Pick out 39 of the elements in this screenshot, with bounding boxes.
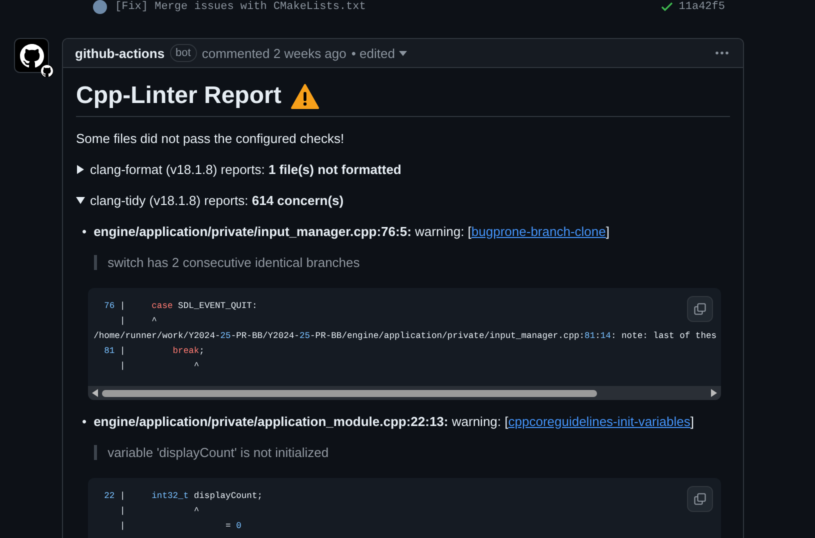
copy-icon — [694, 492, 706, 506]
code-line: /home/runner/work/Y2024-25-PR-BB/Y2024-25-PR-BB/engine/application/private/input_manager.cpp:81:14: note: last of thes — [94, 330, 717, 343]
avatar-circle — [93, 0, 107, 14]
caret-icon — [398, 50, 407, 56]
commit-sha[interactable]: 11a42f5 — [678, 1, 725, 13]
warning-icon — [291, 84, 320, 108]
rule-link[interactable]: bugprone-branch-clone — [471, 224, 606, 239]
copy-button[interactable] — [686, 486, 713, 512]
edited-dropdown[interactable]: • edited — [351, 46, 407, 60]
bullet: • — [82, 224, 87, 241]
rule-link[interactable]: cppcoreguidelines-init-variables — [508, 414, 690, 429]
concern-message: switch has 2 consecutive identical branches — [94, 255, 730, 270]
author-name[interactable]: github-actions — [75, 46, 165, 60]
concern-text: engine/application/private/application_module.cpp:22:13: warning: [cppcoreguidelines-init-variables] — [94, 414, 694, 429]
bot-label: bot — [170, 44, 197, 62]
report-section-toggle[interactable]: clang-format (v18.1.8) reports: 1 file(s) not formatted — [76, 162, 402, 177]
code-line: 81 | break; — [103, 345, 204, 358]
code-line: | ^ — [118, 505, 200, 518]
report-section-toggle[interactable]: clang-tidy (v18.1.8) reports: 614 concern(s) — [76, 193, 344, 208]
copy-icon — [694, 302, 706, 316]
code-line: | = 0 — [118, 520, 242, 533]
bullet: • — [82, 414, 87, 431]
code-line: 76 | case SDL_EVENT_QUIT: — [103, 300, 258, 313]
commit-message[interactable]: [Fix] Merge issues with CMakeLists.txt — [115, 1, 366, 13]
triangle-right-icon — [76, 165, 85, 174]
horizontal-scrollbar[interactable] — [88, 386, 721, 400]
more-icon — [715, 51, 729, 55]
code-line: | ^ — [118, 315, 157, 328]
report-title: Cpp-Linter Report — [76, 82, 282, 110]
code-line: 22 | int32_t displayCount; — [103, 490, 262, 503]
comment-time: commented 2 weeks ago — [202, 46, 346, 60]
concern-text: engine/application/private/input_manager.cpp:76:5: warning: [bugprone-branch-clone] — [94, 224, 610, 239]
intro-text: Some files did not pass the configured checks! — [76, 131, 346, 146]
check-icon — [660, 2, 673, 12]
triangle-down-icon — [76, 196, 85, 205]
more-button[interactable] — [713, 51, 731, 55]
concern-message: variable 'displayCount' is not initialized — [94, 445, 730, 460]
copy-button[interactable] — [686, 296, 713, 322]
code-line: | ^ — [118, 360, 200, 373]
